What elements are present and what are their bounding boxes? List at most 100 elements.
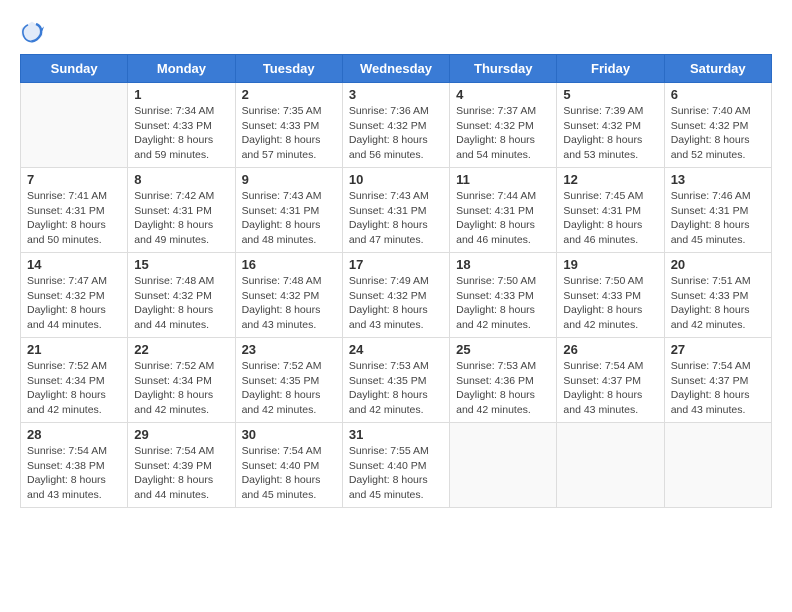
day-number: 23 (242, 342, 336, 357)
weekday-header-wednesday: Wednesday (342, 55, 449, 83)
calendar-cell: 12Sunrise: 7:45 AM Sunset: 4:31 PM Dayli… (557, 168, 664, 253)
day-info: Sunrise: 7:44 AM Sunset: 4:31 PM Dayligh… (456, 189, 550, 248)
calendar-cell (664, 423, 771, 508)
calendar-cell: 4 Sunrise: 7:37 AM Sunset: 4:32 PM Daylig… (450, 83, 557, 168)
calendar-cell: 3 Sunrise: 7:36 AM Sunset: 4:32 PM Daylig… (342, 83, 449, 168)
day-number: 10 (349, 172, 443, 187)
day-number: 9 (242, 172, 336, 187)
day-info: Sunrise: 7:52 AM Sunset: 4:34 PM Dayligh… (27, 359, 121, 418)
day-info: Sunrise: 7:47 AM Sunset: 4:32 PM Dayligh… (27, 274, 121, 333)
day-number: 2 (242, 87, 336, 102)
calendar-cell (557, 423, 664, 508)
week-row-5: 28 Sunrise: 7:54 AM Sunset: 4:38 PM Dayli… (21, 423, 772, 508)
calendar-cell: 31Sunrise: 7:55 AM Sunset: 4:40 PM Dayli… (342, 423, 449, 508)
day-number: 19 (563, 257, 657, 272)
day-info: Sunrise: 7:53 AM Sunset: 4:36 PM Dayligh… (456, 359, 550, 418)
day-info: Sunrise: 7:52 AM Sunset: 4:34 PM Dayligh… (134, 359, 228, 418)
weekday-header-thursday: Thursday (450, 55, 557, 83)
weekday-header-friday: Friday (557, 55, 664, 83)
calendar-cell: 20 Sunrise: 7:51 AM Sunset: 4:33 PM Dayli… (664, 253, 771, 338)
week-row-1: 1 Sunrise: 7:34 AM Sunset: 4:33 PM Daylig… (21, 83, 772, 168)
day-number: 28 (27, 427, 121, 442)
day-number: 20 (671, 257, 765, 272)
day-info: Sunrise: 7:43 AM Sunset: 4:31 PM Dayligh… (242, 189, 336, 248)
day-number: 1 (134, 87, 228, 102)
day-number: 4 (456, 87, 550, 102)
calendar-cell: 2 Sunrise: 7:35 AM Sunset: 4:33 PM Daylig… (235, 83, 342, 168)
day-number: 30 (242, 427, 336, 442)
day-info: Sunrise: 7:50 AM Sunset: 4:33 PM Dayligh… (563, 274, 657, 333)
day-info: Sunrise: 7:39 AM Sunset: 4:32 PM Dayligh… (563, 104, 657, 163)
calendar-cell: 16 Sunrise: 7:48 AM Sunset: 4:32 PM Dayli… (235, 253, 342, 338)
calendar-cell: 6 Sunrise: 7:40 AM Sunset: 4:32 PM Daylig… (664, 83, 771, 168)
day-info: Sunrise: 7:36 AM Sunset: 4:32 PM Dayligh… (349, 104, 443, 163)
calendar-cell: 24 Sunrise: 7:53 AM Sunset: 4:35 PM Dayli… (342, 338, 449, 423)
calendar-cell: 21 Sunrise: 7:52 AM Sunset: 4:34 PM Dayli… (21, 338, 128, 423)
day-info: Sunrise: 7:54 AM Sunset: 4:37 PM Dayligh… (671, 359, 765, 418)
calendar-cell: 13 Sunrise: 7:46 AM Sunset: 4:31 PM Dayli… (664, 168, 771, 253)
day-info: Sunrise: 7:41 AM Sunset: 4:31 PM Dayligh… (27, 189, 121, 248)
calendar-cell: 15 Sunrise: 7:48 AM Sunset: 4:32 PM Dayli… (128, 253, 235, 338)
calendar-cell: 27Sunrise: 7:54 AM Sunset: 4:37 PM Dayli… (664, 338, 771, 423)
calendar-cell: 5Sunrise: 7:39 AM Sunset: 4:32 PM Daylig… (557, 83, 664, 168)
day-info: Sunrise: 7:43 AM Sunset: 4:31 PM Dayligh… (349, 189, 443, 248)
calendar-cell: 11 Sunrise: 7:44 AM Sunset: 4:31 PM Dayli… (450, 168, 557, 253)
calendar-cell: 7 Sunrise: 7:41 AM Sunset: 4:31 PM Daylig… (21, 168, 128, 253)
calendar-cell: 29Sunrise: 7:54 AM Sunset: 4:39 PM Dayli… (128, 423, 235, 508)
day-info: Sunrise: 7:54 AM Sunset: 4:40 PM Dayligh… (242, 444, 336, 503)
header (20, 20, 772, 44)
day-info: Sunrise: 7:54 AM Sunset: 4:38 PM Dayligh… (27, 444, 121, 503)
day-info: Sunrise: 7:50 AM Sunset: 4:33 PM Dayligh… (456, 274, 550, 333)
calendar-cell: 25 Sunrise: 7:53 AM Sunset: 4:36 PM Dayli… (450, 338, 557, 423)
day-number: 11 (456, 172, 550, 187)
logo (20, 20, 48, 44)
weekday-header-tuesday: Tuesday (235, 55, 342, 83)
day-number: 6 (671, 87, 765, 102)
day-info: Sunrise: 7:46 AM Sunset: 4:31 PM Dayligh… (671, 189, 765, 248)
day-number: 12 (563, 172, 657, 187)
day-number: 15 (134, 257, 228, 272)
day-info: Sunrise: 7:35 AM Sunset: 4:33 PM Dayligh… (242, 104, 336, 163)
calendar-cell: 14 Sunrise: 7:47 AM Sunset: 4:32 PM Dayli… (21, 253, 128, 338)
day-number: 31 (349, 427, 443, 442)
calendar-cell: 26 Sunrise: 7:54 AM Sunset: 4:37 PM Dayli… (557, 338, 664, 423)
day-info: Sunrise: 7:49 AM Sunset: 4:32 PM Dayligh… (349, 274, 443, 333)
calendar-cell: 28 Sunrise: 7:54 AM Sunset: 4:38 PM Dayli… (21, 423, 128, 508)
day-info: Sunrise: 7:53 AM Sunset: 4:35 PM Dayligh… (349, 359, 443, 418)
day-number: 25 (456, 342, 550, 357)
calendar-table: SundayMondayTuesdayWednesdayThursdayFrid… (20, 54, 772, 508)
day-info: Sunrise: 7:51 AM Sunset: 4:33 PM Dayligh… (671, 274, 765, 333)
weekday-header-monday: Monday (128, 55, 235, 83)
calendar-cell: 10 Sunrise: 7:43 AM Sunset: 4:31 PM Dayli… (342, 168, 449, 253)
calendar-cell: 22Sunrise: 7:52 AM Sunset: 4:34 PM Dayli… (128, 338, 235, 423)
day-number: 26 (563, 342, 657, 357)
day-number: 3 (349, 87, 443, 102)
weekday-header-sunday: Sunday (21, 55, 128, 83)
day-number: 29 (134, 427, 228, 442)
day-info: Sunrise: 7:48 AM Sunset: 4:32 PM Dayligh… (242, 274, 336, 333)
calendar-cell: 19 Sunrise: 7:50 AM Sunset: 4:33 PM Dayli… (557, 253, 664, 338)
day-number: 14 (27, 257, 121, 272)
day-number: 17 (349, 257, 443, 272)
day-info: Sunrise: 7:37 AM Sunset: 4:32 PM Dayligh… (456, 104, 550, 163)
day-number: 16 (242, 257, 336, 272)
day-info: Sunrise: 7:34 AM Sunset: 4:33 PM Dayligh… (134, 104, 228, 163)
day-number: 24 (349, 342, 443, 357)
day-number: 7 (27, 172, 121, 187)
calendar-header-row: SundayMondayTuesdayWednesdayThursdayFrid… (21, 55, 772, 83)
generalblue-logo-icon (20, 20, 44, 44)
day-number: 8 (134, 172, 228, 187)
day-info: Sunrise: 7:40 AM Sunset: 4:32 PM Dayligh… (671, 104, 765, 163)
calendar-cell (450, 423, 557, 508)
week-row-2: 7 Sunrise: 7:41 AM Sunset: 4:31 PM Daylig… (21, 168, 772, 253)
day-number: 13 (671, 172, 765, 187)
page-container: SundayMondayTuesdayWednesdayThursdayFrid… (20, 20, 772, 508)
calendar-cell: 9 Sunrise: 7:43 AM Sunset: 4:31 PM Daylig… (235, 168, 342, 253)
weekday-header-saturday: Saturday (664, 55, 771, 83)
day-info: Sunrise: 7:54 AM Sunset: 4:37 PM Dayligh… (563, 359, 657, 418)
week-row-3: 14 Sunrise: 7:47 AM Sunset: 4:32 PM Dayli… (21, 253, 772, 338)
day-info: Sunrise: 7:48 AM Sunset: 4:32 PM Dayligh… (134, 274, 228, 333)
calendar-cell: 8Sunrise: 7:42 AM Sunset: 4:31 PM Daylig… (128, 168, 235, 253)
day-number: 21 (27, 342, 121, 357)
calendar-cell: 18Sunrise: 7:50 AM Sunset: 4:33 PM Dayli… (450, 253, 557, 338)
